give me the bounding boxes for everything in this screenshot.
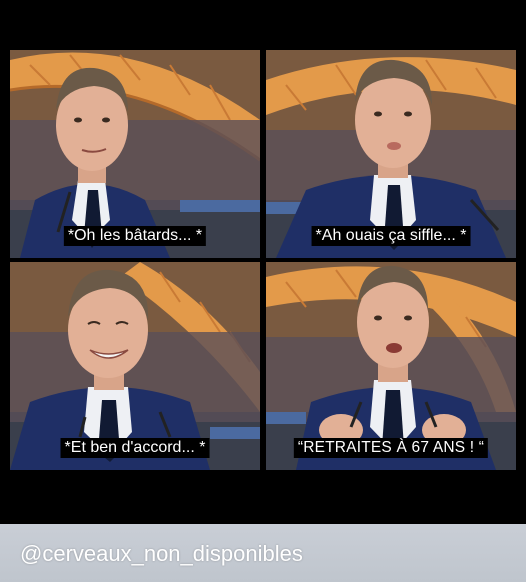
panel-3-caption: *Et ben d'accord... * (60, 438, 210, 458)
panel-4-caption: “RETRAITES À 67 ANS ! “ (293, 438, 489, 458)
account-handle: @cerveaux_non_disponibles (20, 541, 303, 566)
meme-grid: *Oh les bâtards... * *Ah ouais ça siffle… (0, 0, 526, 524)
panel-1: *Oh les bâtards... * (10, 50, 260, 258)
watermark-bar: @cerveaux_non_disponibles (0, 524, 526, 582)
panel-2-caption: *Ah ouais ça siffle... * (311, 226, 471, 246)
panel-2: *Ah ouais ça siffle... * (266, 50, 516, 258)
panel-1-caption: *Oh les bâtards... * (63, 226, 207, 246)
panel-4: “RETRAITES À 67 ANS ! “ (266, 262, 516, 470)
panel-3: *Et ben d'accord... * (10, 262, 260, 470)
